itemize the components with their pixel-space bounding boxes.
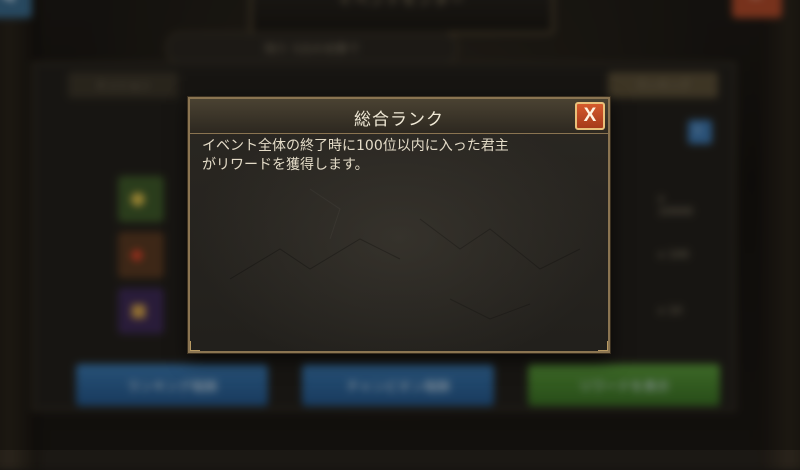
dialog-description: イベント全体の終了時に100位以内に入った君主 がリワードを獲得します。 [202, 137, 597, 175]
corner-ornament [190, 341, 200, 351]
overall-rank-dialog: 総合ランク X イベント全体の終了時に100位以内に入った君主 がリワードを獲得… [188, 97, 610, 353]
close-x-icon: X [583, 105, 597, 126]
dialog-title-bar: 総合ランク [190, 99, 608, 134]
corner-ornament [598, 341, 608, 351]
description-line: がリワードを獲得します。 [202, 157, 369, 173]
dialog-close-button[interactable]: X [575, 102, 605, 130]
description-line: イベント全体の終了時に100位以内に入った君主 [202, 138, 509, 154]
game-screen: ◀ ✕ イベントセンター 残り 5日の攻撃で ミッション ランキング i ● x… [0, 0, 800, 470]
dialog-title: 総合ランク [354, 110, 444, 130]
